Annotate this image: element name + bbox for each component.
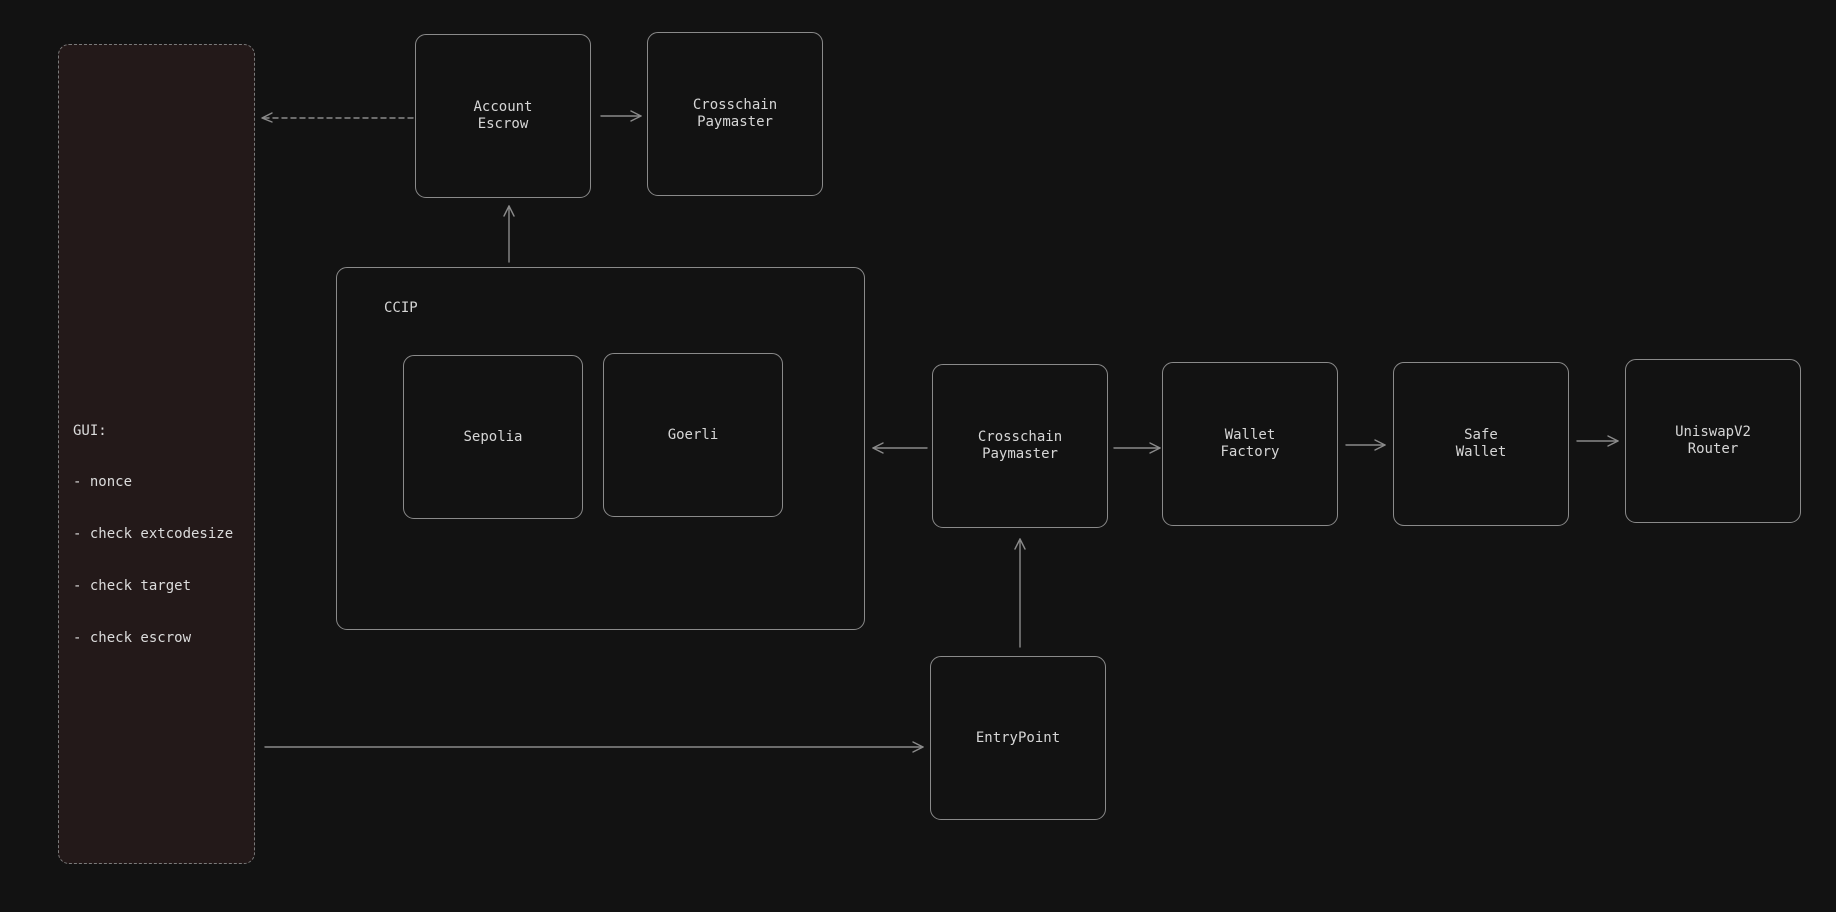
edge-escrow-to-paymaster-top: [600, 110, 642, 122]
node-safe-wallet[interactable]: Safe Wallet: [1393, 362, 1569, 526]
arrowhead-up-icon: [503, 205, 515, 217]
node-wallet-factory[interactable]: Wallet Factory: [1162, 362, 1338, 526]
arrowhead-right-icon: [1607, 435, 1619, 447]
arrowhead-right-icon: [1149, 442, 1161, 454]
gui-item-nonce: - nonce: [73, 474, 133, 491]
node-entrypoint[interactable]: EntryPoint: [930, 656, 1106, 820]
node-account-escrow[interactable]: Account Escrow: [415, 34, 591, 198]
edge-paymaster-to-factory: [1113, 442, 1161, 454]
edge-safe-to-uniswap: [1576, 435, 1619, 447]
gui-panel-text: GUI: - nonce - check extcodesize - check…: [73, 388, 233, 682]
arrowhead-left-icon: [872, 442, 884, 454]
arrowhead-right-icon: [912, 741, 924, 753]
node-goerli[interactable]: Goerli: [603, 353, 783, 517]
edge-paymaster-to-ccip: [872, 442, 928, 454]
arrowhead-up-icon: [1014, 538, 1026, 550]
edge-entrypoint-to-paymaster: [1014, 538, 1026, 648]
diagram-canvas: GUI: - nonce - check extcodesize - check…: [0, 0, 1836, 912]
gui-item-escrow: - check escrow: [73, 630, 192, 647]
node-crosschain-paymaster-top[interactable]: Crosschain Paymaster: [647, 32, 823, 196]
node-crosschain-paymaster[interactable]: Crosschain Paymaster: [932, 364, 1108, 528]
arrowhead-right-icon: [630, 110, 642, 122]
edge-ccip-to-escrow: [503, 205, 515, 263]
edge-escrow-to-gui: [261, 112, 414, 123]
gui-item-extcodesize: - check extcodesize: [73, 526, 234, 543]
edge-factory-to-safe: [1345, 439, 1386, 451]
arrowhead-right-icon: [1374, 439, 1386, 451]
edge-gui-to-entrypoint: [264, 741, 924, 753]
arrowhead-left-icon: [261, 112, 273, 123]
node-uniswap-router[interactable]: UniswapV2 Router: [1625, 359, 1801, 523]
gui-title: GUI:: [73, 422, 107, 439]
node-sepolia[interactable]: Sepolia: [403, 355, 583, 519]
gui-item-target: - check target: [73, 578, 192, 595]
ccip-group-label: CCIP: [384, 300, 418, 316]
